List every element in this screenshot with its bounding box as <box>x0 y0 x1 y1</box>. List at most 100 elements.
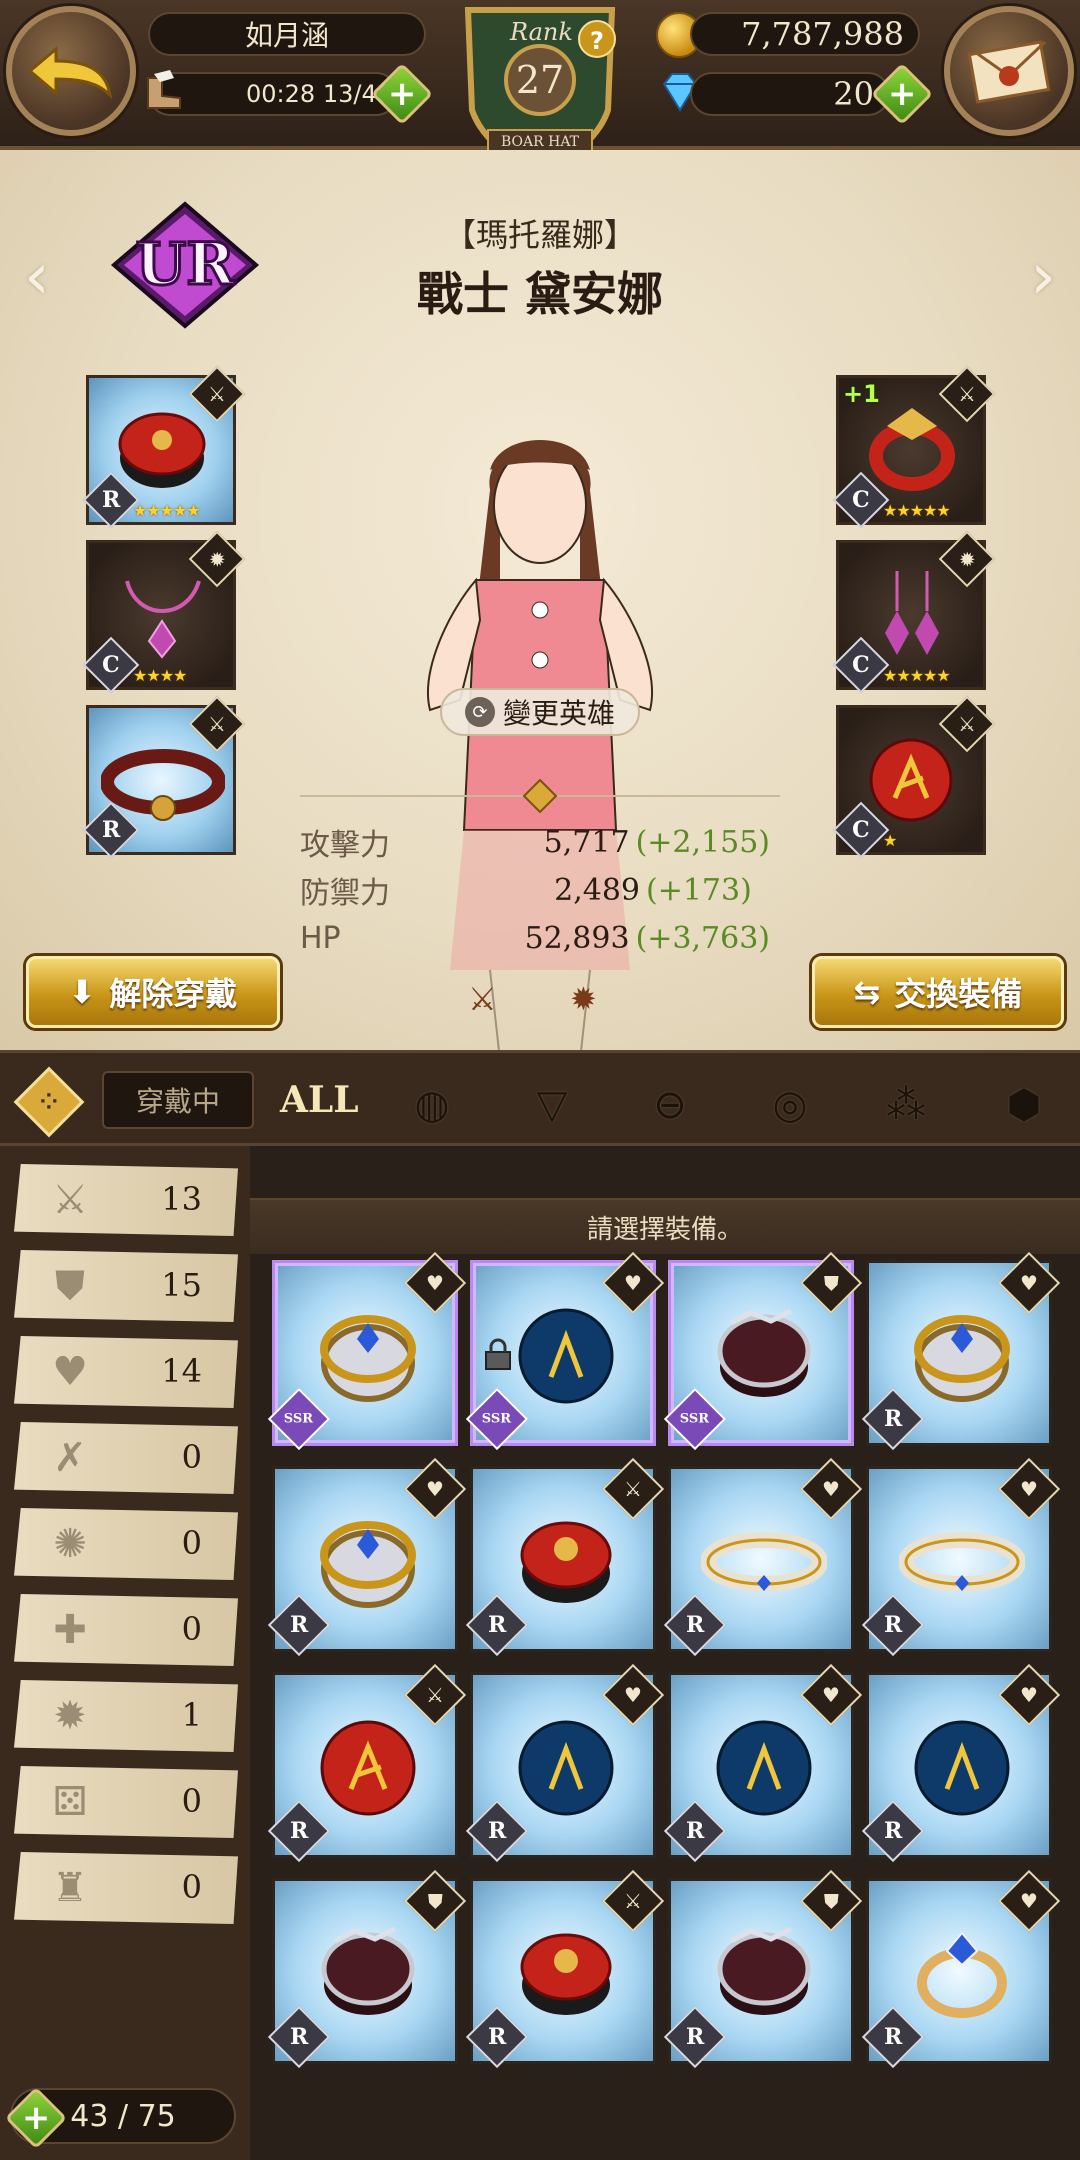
remove-equipment-label: 解除穿戴 <box>109 975 238 1013</box>
dark-bracer-icon <box>321 1926 415 2015</box>
inventory-item[interactable]: ♥ SSR <box>267 1251 467 1451</box>
inventory-item[interactable]: ⚔ R <box>465 1457 665 1657</box>
equip-slot-belt[interactable]: ⚔ R <box>82 695 246 859</box>
inventory-item[interactable]: ♥ R <box>465 1663 665 1863</box>
sword-icon: ⚔ <box>52 1177 88 1223</box>
hero-subtitle: 【瑪托羅娜】 <box>443 216 636 254</box>
equip-slot-earrings[interactable]: ✹ C ★★★★★ <box>832 530 996 694</box>
sort-filter-button[interactable]: ⁘ <box>13 1066 85 1138</box>
star-rating: ★★★★★ <box>883 501 951 520</box>
swap-equipment-button[interactable]: ⇆ 交換裝備 <box>812 956 1064 1028</box>
player-name: 如月涵 <box>244 19 329 52</box>
rank-value: 27 <box>515 58 565 102</box>
gem-plate: 20 <box>690 72 890 116</box>
inventory-item[interactable]: ⛊ R <box>663 1869 863 2069</box>
inventory-item[interactable]: ♥ R <box>267 1457 467 1657</box>
add-gems-button[interactable]: + <box>870 62 934 126</box>
star-rating: ★★★★★ <box>883 666 951 685</box>
blue-ring-icon <box>917 1931 1007 2018</box>
enhance-level: +1 <box>843 380 880 408</box>
star-rating: ★ <box>883 831 897 850</box>
inventory-item[interactable]: ⛊ R <box>267 1869 467 2069</box>
inventory-item[interactable]: ⛊ SSR <box>663 1251 863 1451</box>
equip-slot-rune[interactable]: ⚔ C ★ <box>832 695 996 859</box>
category-defense[interactable]: ⛊ 15 <box>14 1250 238 1322</box>
inventory-item[interactable]: ♥ R <box>663 1663 863 1863</box>
rank-help-button[interactable]: ? <box>578 20 616 58</box>
swap-icon: ⟳ <box>464 697 495 727</box>
category-fang[interactable]: ♜ 0 <box>14 1852 238 1924</box>
inventory-item[interactable]: ♥ R <box>861 1251 1061 1451</box>
stats-divider <box>300 778 780 814</box>
swap-arrows-icon: ⇆ <box>853 973 881 1011</box>
inventory-item[interactable]: ♥ R <box>861 1457 1061 1657</box>
ring-icon[interactable]: ◎ <box>760 1075 820 1135</box>
stat-attack: 攻擊力 5,717 (+2,155) <box>300 824 770 864</box>
player-name-plate: 如月涵 <box>148 12 426 56</box>
fang-icon: ♜ <box>52 1865 88 1911</box>
red-rune-icon <box>320 1720 416 1816</box>
tab-all[interactable]: ALL <box>280 1079 359 1121</box>
remove-equipment-button[interactable]: ⬇ 解除穿戴 <box>26 956 280 1028</box>
necklace-icon[interactable]: ▽ <box>522 1075 582 1135</box>
sword-set-icon: ⚔ <box>468 980 497 1018</box>
belt-icon[interactable]: ⊖ <box>640 1075 700 1135</box>
stat-category-list: ⚔ 13 ⛊ 15 ♥ 14 ✗ 0 ✺ 0 ✚ 0 ✹ 1 ⚄ 0 ♜ 0 <box>0 1146 250 2160</box>
heal-icon: ✚ <box>53 1607 87 1653</box>
gold-bracer-icon <box>320 1521 416 1608</box>
stat-defense: 防禦力 2,489 (+173) <box>300 872 752 912</box>
category-heal[interactable]: ✚ 0 <box>14 1594 238 1666</box>
bracelet-icon[interactable]: ◍ <box>402 1075 462 1135</box>
inventory-item[interactable]: ⚔ R <box>465 1869 665 2069</box>
earrings-icon[interactable]: ⁂ <box>876 1075 936 1135</box>
gold-bracer-icon <box>320 1315 416 1402</box>
inventory-item[interactable]: ♥ SSR <box>465 1251 665 1451</box>
heart-icon: ♥ <box>52 1349 88 1395</box>
gold-bracer-icon <box>914 1315 1010 1402</box>
change-hero-button[interactable]: ⟳ 變更英雄 <box>440 688 640 736</box>
stamina-timer: 00:28 <box>246 80 316 108</box>
crit-icon: ✗ <box>53 1435 87 1481</box>
inventory-item[interactable]: ♥ R <box>861 1869 1061 2069</box>
inventory-item[interactable]: ♥ R <box>663 1457 863 1657</box>
lock-icon <box>485 1338 511 1370</box>
red-bracelet-icon <box>520 1933 612 2015</box>
category-hp[interactable]: ♥ 14 <box>14 1336 238 1408</box>
boot-icon <box>147 70 181 109</box>
crit-damage-icon: ✺ <box>53 1521 87 1567</box>
dice-icon: ⚄ <box>52 1779 88 1825</box>
blue-rune-icon <box>914 1720 1010 1816</box>
gem-amount: 20 <box>833 75 874 113</box>
shield-icon: ⛊ <box>55 1263 85 1309</box>
stat-hp: HP 52,893 (+3,763) <box>300 920 770 956</box>
equip-slot-necklace[interactable]: ✹ C ★★★★ <box>82 530 246 694</box>
star-rating: ★★★★ <box>133 666 187 685</box>
envelope-icon <box>967 40 1051 104</box>
burst-set-icon: ✹ <box>570 980 597 1018</box>
rune-icon[interactable]: ⬢ <box>994 1075 1054 1135</box>
dark-bracer-icon <box>717 1926 811 2015</box>
equip-slot-bracelet[interactable]: ⚔ R ★★★★★ <box>82 365 246 529</box>
download-arrow-icon: ⬇ <box>68 973 96 1011</box>
svg-text:BOAR HAT: BOAR HAT <box>501 134 580 150</box>
hero-panel: ‹ › UR 【瑪托羅娜】 戰士 黛安娜 ⚔ R ★★★★★ ✹ C ★★★★ … <box>0 150 1080 1060</box>
inventory-item[interactable]: ♥ R <box>861 1663 1061 1863</box>
category-crit[interactable]: ✗ 0 <box>14 1422 238 1494</box>
category-burst[interactable]: ✹ 1 <box>14 1680 238 1752</box>
tab-equipped[interactable]: 穿戴中 <box>102 1071 254 1129</box>
dark-bracer-icon <box>717 1308 811 1397</box>
equipment-filter-bar: ⁘ 穿戴中 ALL ◍ ▽ ⊖ ◎ ⁂ ⬢ <box>0 1050 1080 1146</box>
category-dice[interactable]: ⚄ 0 <box>14 1766 238 1838</box>
hero-stats: 攻擊力 5,717 (+2,155) 防禦力 2,489 (+173) HP 5… <box>300 818 770 962</box>
change-hero-label: 變更英雄 <box>502 697 615 730</box>
equip-slot-ring[interactable]: +1 ⚔ C ★★★★★ <box>832 365 996 529</box>
category-crit-damage[interactable]: ✺ 0 <box>14 1508 238 1580</box>
inventory-item[interactable]: ⚔ R <box>267 1663 467 1863</box>
back-button[interactable] <box>6 6 136 136</box>
gold-plate: 7,787,988 <box>690 12 920 56</box>
mail-button[interactable] <box>944 6 1074 136</box>
category-attack[interactable]: ⚔ 13 <box>14 1164 238 1236</box>
burst-icon: ✹ <box>53 1693 87 1739</box>
blue-rune-icon <box>518 1308 614 1404</box>
top-bar: 如月涵 00:28 13/46 + BOAR HAT Rank 27 ? 7,7… <box>0 0 1080 176</box>
